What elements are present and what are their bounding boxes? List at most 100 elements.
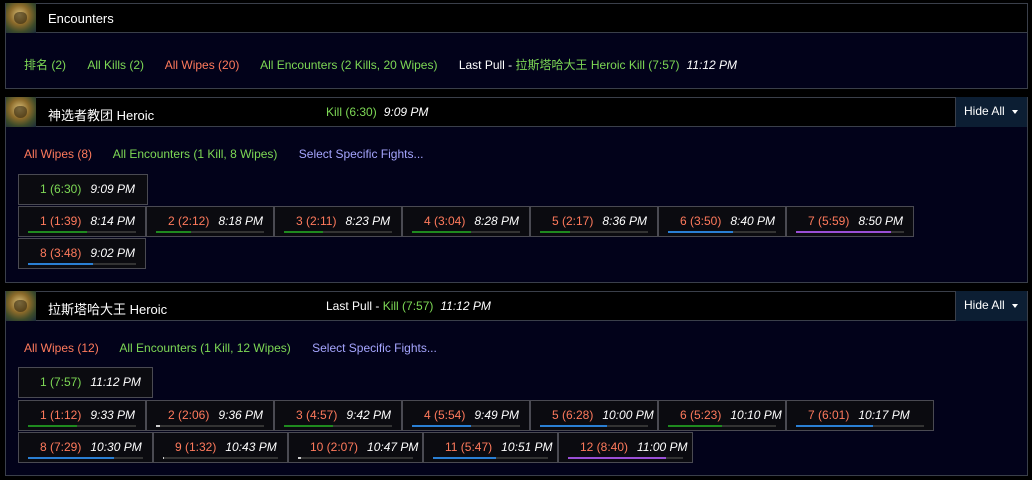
wipe-fight-button[interactable]: 5 (2:17) 8:36 PM <box>530 206 658 237</box>
fight-label: 1 (6:30) 9:09 PM <box>40 182 136 196</box>
fight-time: 8:36 PM <box>602 214 648 228</box>
boss-health-bar <box>796 425 924 427</box>
boss-health-bar <box>28 263 136 265</box>
wipe-fight-button[interactable]: 9 (1:32) 10:43 PM <box>153 432 288 463</box>
hide-all-button-1[interactable]: Hide All <box>955 97 1027 127</box>
boss-health-bar-fill <box>796 425 873 427</box>
select-fights-link[interactable]: Select Specific Fights... <box>299 147 424 161</box>
fight-label: 8 (7:29) 10:30 PM <box>40 440 142 454</box>
fight-time: 9:42 PM <box>346 408 392 422</box>
boss-health-bar-fill <box>540 231 570 233</box>
boss-status-1[interactable]: Kill (6:30) 9:09 PM <box>326 105 428 119</box>
filter-all-wipes-link[interactable]: All Wipes (12) <box>24 341 99 355</box>
boss-health-bar <box>156 231 264 233</box>
wipe-fight-button[interactable]: 12 (8:40) 11:00 PM <box>558 432 693 463</box>
fight-time: 9:49 PM <box>474 408 520 422</box>
boss-health-bar-fill <box>412 425 471 427</box>
filter-all-encounters-link[interactable]: All Encounters (2 Kills, 20 Wipes) <box>260 58 437 72</box>
filter-rankings-link[interactable]: 排名 (2) <box>24 58 66 72</box>
boss-health-bar <box>28 457 143 459</box>
wipe-fight-button[interactable]: 8 (7:29) 10:30 PM <box>18 432 153 463</box>
select-fights-link[interactable]: Select Specific Fights... <box>312 341 437 355</box>
wipe-fight-button[interactable]: 3 (4:57) 9:42 PM <box>274 400 402 431</box>
boss-health-bar-fill <box>284 425 333 427</box>
wipe-fight-button[interactable]: 10 (2:07) 10:47 PM <box>288 432 423 463</box>
wipe-fight-button[interactable]: 4 (3:04) 8:28 PM <box>402 206 530 237</box>
fight-label: 1 (1:12) 9:33 PM <box>40 408 136 422</box>
fight-label: 6 (5:23) 10:10 PM <box>680 408 782 422</box>
boss-health-bar-fill <box>163 457 164 459</box>
boss-health-bar-fill <box>412 231 471 233</box>
filter-all-kills-link[interactable]: All Kills (2) <box>87 58 144 72</box>
wipe-fight-button[interactable]: 2 (2:06) 9:36 PM <box>146 400 274 431</box>
fight-time: 10:10 PM <box>730 408 782 422</box>
boss-health-bar-fill <box>28 231 87 233</box>
boss-health-bar-fill <box>540 425 607 427</box>
fight-time: 9:09 PM <box>90 182 136 196</box>
boss-health-bar-fill <box>433 457 496 459</box>
boss-last-pull-label-2: Last Pull <box>326 299 373 313</box>
kill-fight-button[interactable]: 1 (6:30) 9:09 PM <box>18 174 148 205</box>
boss-health-bar <box>796 231 904 233</box>
hide-all-label-1: Hide All <box>964 104 1005 118</box>
wipe-fight-button[interactable]: 5 (6:28) 10:00 PM <box>530 400 658 431</box>
fight-time: 9:02 PM <box>90 246 136 260</box>
wipe-fight-button[interactable]: 1 (1:39) 8:14 PM <box>18 206 146 237</box>
last-pull-time: 11:12 PM <box>686 58 738 72</box>
boss-health-bar-fill <box>28 425 77 427</box>
boss-panel-1: 神选者教团 Heroic Kill (6:30) 9:09 PM Hide All… <box>5 97 1028 283</box>
fight-label: 4 (5:54) 9:49 PM <box>424 408 520 422</box>
encounters-filter-row: 排名 (2) All Kills (2) All Wipes (20) All … <box>24 56 737 73</box>
hide-all-label-2: Hide All <box>964 298 1005 312</box>
boss-health-bar <box>28 425 136 427</box>
fight-label: 3 (2:11) 8:23 PM <box>296 214 391 228</box>
boss-panel-2: 拉斯塔哈大王 Heroic Last Pull - Kill (7:57) 11:… <box>5 291 1028 476</box>
fight-label: 8 (3:48) 9:02 PM <box>40 246 136 260</box>
fight-time: 10:30 PM <box>90 440 142 454</box>
wipe-fight-button[interactable]: 3 (2:11) 8:23 PM <box>274 206 402 237</box>
boss-health-bar-fill <box>298 457 301 459</box>
fight-time: 8:18 PM <box>218 214 264 228</box>
fight-label: 1 (7:57) 11:12 PM <box>40 375 141 389</box>
fight-time: 9:33 PM <box>90 408 136 422</box>
boss-health-bar-fill <box>156 231 191 233</box>
boss-health-bar <box>668 425 776 427</box>
fight-label: 9 (1:32) 10:43 PM <box>175 440 277 454</box>
wipe-fight-button[interactable]: 1 (1:12) 9:33 PM <box>18 400 146 431</box>
boss-status-kill-1: Kill (6:30) <box>326 105 377 119</box>
boss-filter-row-2: All Wipes (12) All Encounters (1 Kill, 1… <box>24 341 455 355</box>
wipe-fight-button[interactable]: 8 (3:48) 9:02 PM <box>18 238 146 269</box>
boss-health-bar-fill <box>28 457 114 459</box>
wipe-fight-button[interactable]: 7 (6:01) 10:17 PM <box>786 400 934 431</box>
boss-status-2[interactable]: Last Pull - Kill (7:57) 11:12 PM <box>326 299 491 313</box>
encounters-title: Encounters <box>48 11 114 26</box>
fight-label: 4 (3:04) 8:28 PM <box>424 214 520 228</box>
caret-down-icon <box>1012 304 1018 308</box>
fight-time: 9:36 PM <box>218 408 264 422</box>
encounters-portrait-icon <box>6 3 36 33</box>
wipe-fight-button[interactable]: 2 (2:12) 8:18 PM <box>146 206 274 237</box>
fight-time: 8:40 PM <box>730 214 776 228</box>
wipe-fight-button[interactable]: 6 (5:23) 10:10 PM <box>658 400 786 431</box>
boss-portrait-icon-2 <box>6 291 36 321</box>
filter-all-wipes-link[interactable]: All Wipes (20) <box>165 58 240 72</box>
last-pull[interactable]: Last Pull - 拉斯塔哈大王 Heroic Kill (7:57) 11:… <box>459 58 737 72</box>
kill-fight-button[interactable]: 1 (7:57) 11:12 PM <box>18 367 153 398</box>
wipe-fight-button[interactable]: 11 (5:47) 10:51 PM <box>423 432 558 463</box>
wipe-fight-button[interactable]: 6 (3:50) 8:40 PM <box>658 206 786 237</box>
filter-all-wipes-link[interactable]: All Wipes (8) <box>24 147 92 161</box>
boss-status-time-2: 11:12 PM <box>440 299 491 313</box>
wipe-fight-button[interactable]: 4 (5:54) 9:49 PM <box>402 400 530 431</box>
fight-time: 10:43 PM <box>225 440 277 454</box>
fight-label: 5 (6:28) 10:00 PM <box>552 408 654 422</box>
fight-label: 6 (3:50) 8:40 PM <box>680 214 776 228</box>
boss-health-bar <box>284 425 392 427</box>
boss-health-bar <box>298 457 413 459</box>
filter-all-encounters-link[interactable]: All Encounters (1 Kill, 8 Wipes) <box>113 147 278 161</box>
boss-health-bar-fill <box>668 425 722 427</box>
wipe-fight-button[interactable]: 7 (5:59) 8:50 PM <box>786 206 914 237</box>
filter-all-encounters-link[interactable]: All Encounters (1 Kill, 12 Wipes) <box>119 341 290 355</box>
hide-all-button-2[interactable]: Hide All <box>955 291 1027 321</box>
boss-status-time-1: 9:09 PM <box>383 105 429 119</box>
fight-time: 8:14 PM <box>90 214 136 228</box>
